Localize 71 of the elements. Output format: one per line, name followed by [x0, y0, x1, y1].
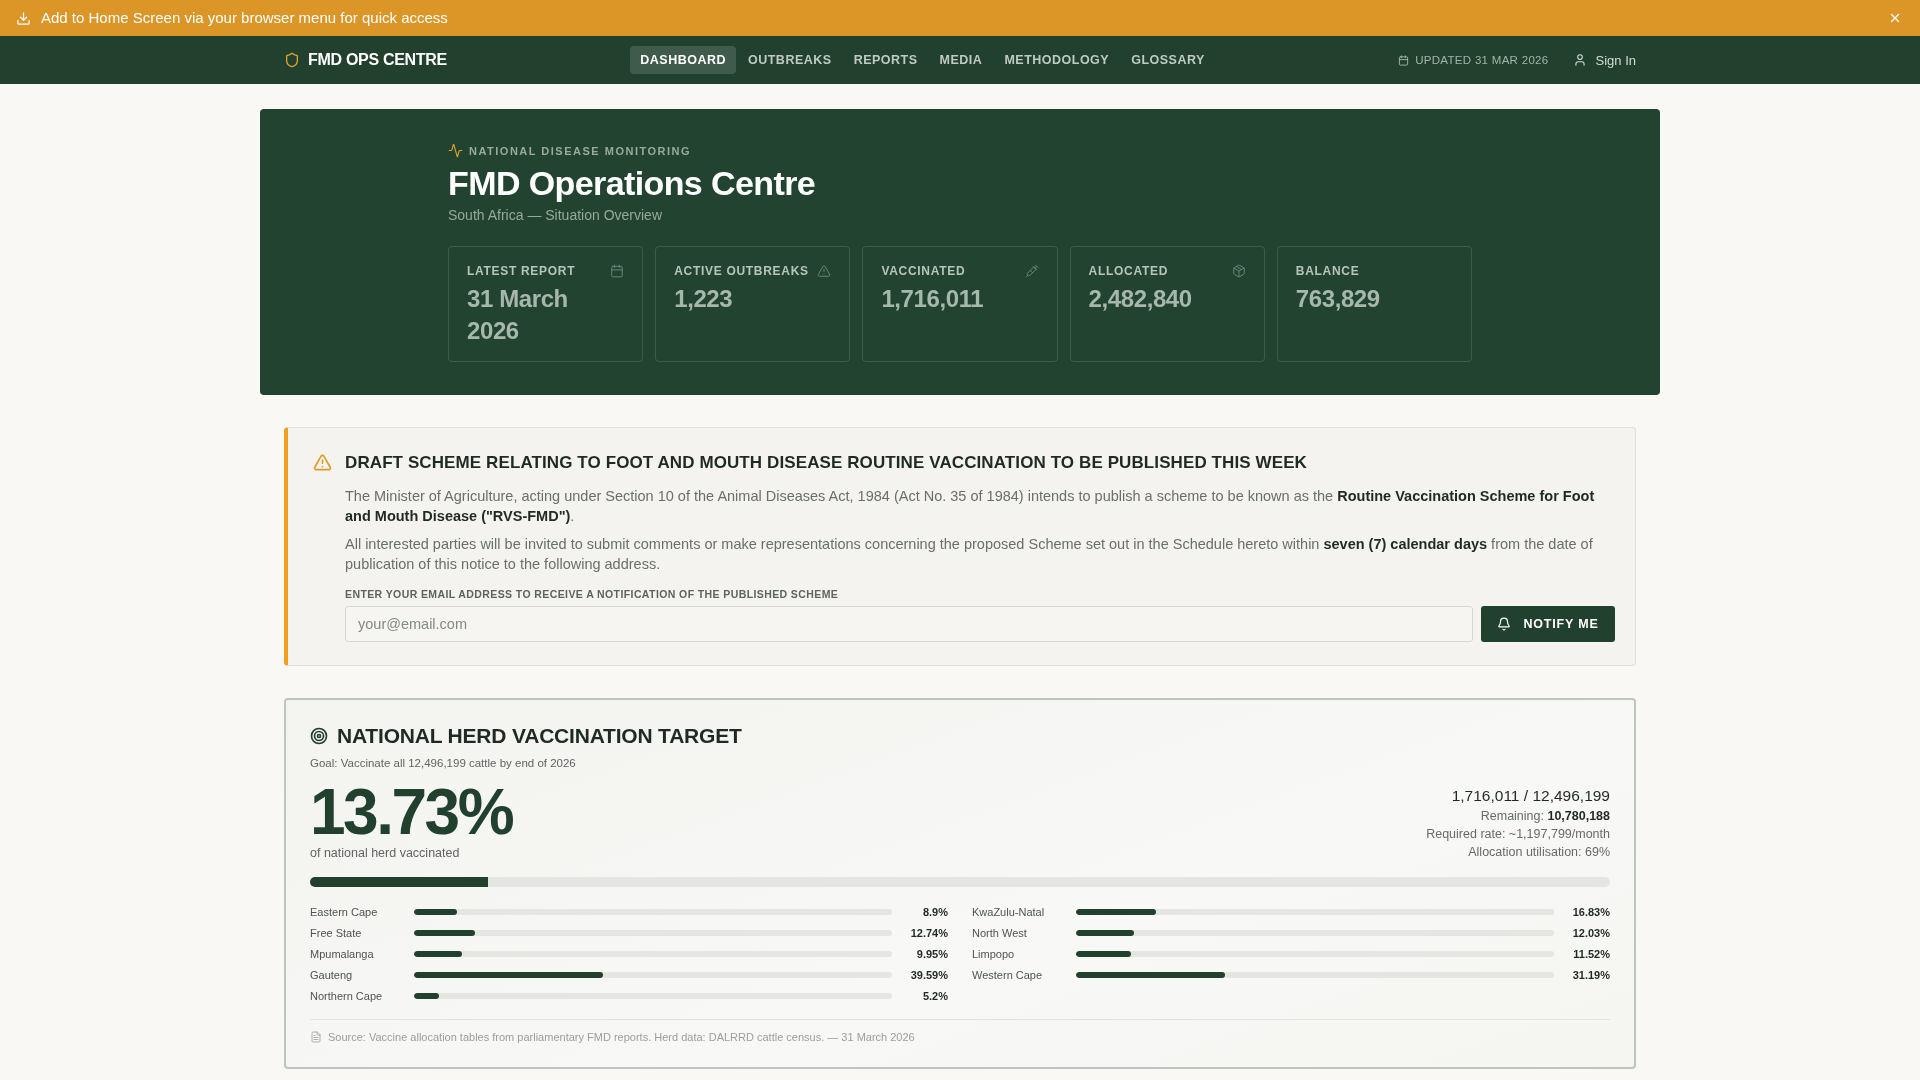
stat-label: ACTIVE OUTBREAKS — [674, 264, 809, 278]
notice-paragraph: The Minister of Agriculture, acting under Section 10 of the Animal Diseases Act, 1984 (Act No. 35 of 1984) intends to publish a scheme to be known as the Routine Vaccination Scheme for Foot and Mouth Disease ("RVS-FMD"). — [345, 487, 1596, 526]
warning-icon — [817, 264, 832, 278]
stat-label: VACCINATED — [881, 264, 966, 278]
updated-date: UPDATED 31 MAR 2026 — [1415, 54, 1549, 66]
section-title: NATIONAL HERD VACCINATION TARGET — [337, 724, 742, 748]
stat-label: ALLOCATED — [1088, 264, 1168, 278]
province-value: 12.03% — [1571, 926, 1610, 939]
province-name: Limpopo — [972, 947, 1016, 960]
province-value: 12.74% — [909, 926, 948, 939]
target-icon — [310, 727, 328, 745]
province-name: North West — [972, 926, 1028, 939]
nav-tab[interactable]: GLOSSARY — [1121, 46, 1215, 74]
province-value: 31.19% — [1571, 968, 1610, 981]
nav-tab[interactable]: METHODOLOGY — [994, 46, 1120, 74]
province-value: 5.2% — [921, 989, 948, 1002]
province-name: Gauteng — [310, 968, 354, 981]
pulse-icon — [448, 143, 463, 158]
stat-label: BALANCE — [1295, 264, 1360, 278]
detail-text: Required rate: ~1,197,799/month — [1426, 826, 1610, 843]
shield-icon — [284, 52, 300, 68]
brand-name: FMD OPS CENTRE — [308, 51, 447, 69]
stat-label: LATEST REPORT — [467, 264, 576, 278]
province-name: KwaZulu-Natal — [972, 905, 1046, 918]
nav-tab[interactable]: OUTBREAKS — [738, 46, 842, 74]
calendar-icon — [1398, 54, 1410, 66]
province-name: Eastern Cape — [310, 905, 379, 918]
source-text: Source: Vaccine allocation tables from parliamentary FMD reports. Herd data: DALRRD cattle census. — 31 March 2026 — [328, 1030, 915, 1045]
bell-icon — [1497, 617, 1512, 631]
eyebrow-text: NATIONAL DISEASE MONITORING — [469, 144, 691, 157]
goal-text: Goal: Vaccinate all 12,496,199 cattle by end of 2026 — [310, 756, 577, 771]
email-label: ENTER YOUR EMAIL ADDRESS TO RECEIVE A NOTIFICATION OF THE PUBLISHED SCHEME — [345, 587, 840, 601]
province-name: Free State — [310, 926, 363, 939]
detail-text: Remaining: 10,780,188 — [1480, 808, 1610, 825]
totals-text: 1,716,011 / 12,496,199 — [1451, 786, 1610, 806]
close-button[interactable] — [1888, 11, 1902, 25]
close-icon — [1888, 11, 1902, 25]
nav-tab[interactable]: MEDIA — [929, 46, 993, 74]
page-subtitle: South Africa — Situation Overview — [448, 206, 663, 224]
province-name: Mpumalanga — [310, 947, 375, 960]
notice-paragraph: All interested parties will be invited to submit comments or make representations concerning the proposed Scheme set out in the Schedule hereto within seven (7) calendar days from the date of publication of this notice to the following address. — [345, 535, 1594, 574]
stat-value: 31 March 2026 — [467, 284, 569, 346]
nav-tab[interactable]: DASHBOARD — [630, 46, 736, 74]
nav-tab[interactable]: REPORTS — [843, 46, 928, 74]
calendar-icon — [610, 264, 625, 278]
sign-in-button[interactable]: Sign In — [1572, 52, 1636, 68]
stat-value: 1,223 — [674, 284, 734, 314]
download-icon — [16, 10, 31, 26]
banner-text: Add to Home Screen via your browser menu for quick access — [41, 9, 448, 27]
province-value: 9.95% — [915, 947, 948, 960]
page-title: FMD Operations Centre — [448, 164, 817, 203]
percent-value: 13.73% — [310, 779, 513, 845]
email-field[interactable]: your@email.com — [345, 606, 1473, 642]
detail-text: Allocation utilisation: 69% — [1468, 844, 1610, 861]
notice-title: DRAFT SCHEME RELATING TO FOOT AND MOUTH DISEASE ROUTINE VACCINATION TO BE PUBLISHED THIS WEEK — [345, 452, 1308, 474]
stat-value: 2,482,840 — [1088, 284, 1193, 314]
notify-button[interactable]: NOTIFY ME — [1481, 606, 1615, 642]
province-value: 16.83% — [1571, 905, 1610, 918]
warning-icon — [313, 453, 332, 472]
province-value: 11.52% — [1572, 947, 1610, 960]
document-icon — [310, 1031, 322, 1043]
stat-value: 763,829 — [1295, 284, 1381, 314]
percent-caption: of national herd vaccinated — [310, 845, 461, 861]
province-name: Western Cape — [972, 968, 1044, 981]
user-icon — [1572, 53, 1587, 67]
stat-value: 1,716,011 — [881, 284, 985, 314]
province-value: 8.9% — [921, 905, 948, 918]
syringe-icon — [1024, 264, 1039, 278]
province-value: 39.59% — [909, 968, 948, 981]
box-icon — [1231, 264, 1246, 278]
province-name: Northern Cape — [310, 989, 384, 1002]
